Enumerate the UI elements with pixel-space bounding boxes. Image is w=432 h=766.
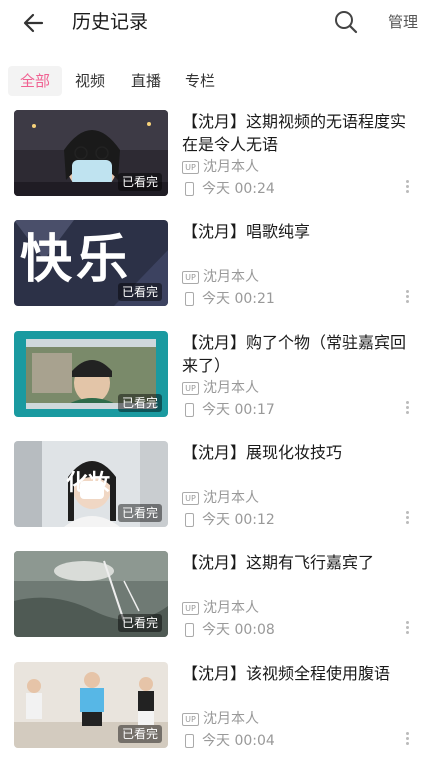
uploader-name: 沈月本人	[203, 159, 259, 175]
phone-icon	[185, 513, 194, 527]
up-badge-icon: UP	[182, 601, 199, 615]
watched-badge: 已看完	[117, 725, 162, 743]
video-thumbnail[interactable]: 已看完	[14, 331, 168, 417]
video-title[interactable]: 【沈月】购了个物（常驻嘉宾回来了）	[182, 331, 412, 377]
watch-time: 今天 00:08	[202, 622, 275, 638]
uploader-line[interactable]: UP 沈月本人	[182, 599, 382, 617]
video-thumbnail[interactable]: 快乐 已看完	[14, 220, 168, 306]
phone-icon	[185, 182, 194, 196]
watch-time-line: 今天 00:04	[182, 732, 382, 750]
watch-time-line: 今天 00:17	[182, 401, 382, 419]
tab-all[interactable]: 全部	[8, 66, 62, 96]
watched-badge: 已看完	[117, 283, 162, 301]
more-options-icon[interactable]	[404, 290, 410, 306]
watched-badge: 已看完	[117, 173, 162, 191]
up-badge-icon: UP	[182, 381, 199, 395]
uploader-line[interactable]: UP 沈月本人	[182, 489, 382, 507]
filter-tabs: 全部 视频 直播 专栏	[0, 62, 432, 98]
video-title[interactable]: 【沈月】展现化妆技巧	[182, 441, 412, 464]
video-thumbnail[interactable]: 已看完	[14, 551, 168, 637]
list-item[interactable]: 快乐 已看完 【沈月】唱歌纯享 UP 沈月本人 今天 00:21	[0, 220, 432, 320]
top-bar: 历史记录 管理	[0, 0, 432, 48]
watch-time: 今天 00:17	[202, 402, 275, 418]
thumbnail-caption: 快乐	[20, 230, 133, 290]
watch-time-line: 今天 00:12	[182, 511, 382, 529]
more-options-icon[interactable]	[404, 511, 410, 527]
watched-badge: 已看完	[117, 394, 162, 412]
video-thumbnail[interactable]: 已看完	[14, 662, 168, 748]
watch-time-line: 今天 00:21	[182, 290, 382, 308]
watch-time: 今天 00:12	[202, 512, 275, 528]
watch-time: 今天 00:21	[202, 291, 275, 307]
uploader-name: 沈月本人	[203, 600, 259, 616]
tab-live[interactable]: 直播	[122, 66, 170, 96]
thumbnail-caption: 化妆	[66, 471, 111, 496]
uploader-name: 沈月本人	[203, 269, 259, 285]
page-title: 历史记录	[72, 11, 149, 33]
watch-time: 今天 00:24	[202, 181, 275, 197]
watch-time: 今天 00:04	[202, 733, 275, 749]
list-item[interactable]: 化妆 已看完 【沈月】展现化妆技巧 UP 沈月本人 今天 00:12	[0, 441, 432, 541]
video-title[interactable]: 【沈月】这期视频的无语程度实在是令人无语	[182, 110, 412, 156]
more-options-icon[interactable]	[404, 621, 410, 637]
more-options-icon[interactable]	[404, 732, 410, 748]
more-options-icon[interactable]	[404, 180, 410, 196]
search-icon[interactable]	[332, 8, 360, 36]
uploader-name: 沈月本人	[203, 711, 259, 727]
up-badge-icon: UP	[182, 160, 199, 174]
phone-icon	[185, 292, 194, 306]
up-badge-icon: UP	[182, 712, 199, 726]
list-item[interactable]: 已看完 【沈月】该视频全程使用腹语 UP 沈月本人 今天 00:04	[0, 662, 432, 762]
uploader-name: 沈月本人	[203, 380, 259, 396]
video-thumbnail[interactable]: 化妆 已看完	[14, 441, 168, 527]
up-badge-icon: UP	[182, 270, 199, 284]
uploader-line[interactable]: UP 沈月本人	[182, 379, 382, 397]
list-item[interactable]: 已看完 【沈月】购了个物（常驻嘉宾回来了） UP 沈月本人 今天 00:17	[0, 331, 432, 431]
video-title[interactable]: 【沈月】该视频全程使用腹语	[182, 662, 412, 685]
up-badge-icon: UP	[182, 491, 199, 505]
video-title[interactable]: 【沈月】唱歌纯享	[182, 220, 412, 243]
video-title[interactable]: 【沈月】这期有飞行嘉宾了	[182, 551, 412, 574]
uploader-line[interactable]: UP 沈月本人	[182, 158, 382, 176]
phone-icon	[185, 623, 194, 637]
watched-badge: 已看完	[117, 614, 162, 632]
uploader-line[interactable]: UP 沈月本人	[182, 710, 382, 728]
tab-column[interactable]: 专栏	[176, 66, 224, 96]
uploader-line[interactable]: UP 沈月本人	[182, 268, 382, 286]
watch-time-line: 今天 00:24	[182, 180, 382, 198]
back-arrow-icon[interactable]	[20, 9, 50, 37]
watched-badge: 已看完	[117, 504, 162, 522]
video-thumbnail[interactable]: 已看完	[14, 110, 168, 196]
phone-icon	[185, 403, 194, 417]
more-options-icon[interactable]	[404, 401, 410, 417]
list-item[interactable]: 已看完 【沈月】这期有飞行嘉宾了 UP 沈月本人 今天 00:08	[0, 551, 432, 651]
list-item[interactable]: 已看完 【沈月】这期视频的无语程度实在是令人无语 UP 沈月本人 今天 00:24	[0, 110, 432, 210]
uploader-name: 沈月本人	[203, 490, 259, 506]
tab-video[interactable]: 视频	[66, 66, 114, 96]
watch-time-line: 今天 00:08	[182, 621, 382, 639]
phone-icon	[185, 734, 194, 748]
manage-button[interactable]: 管理	[388, 12, 418, 32]
